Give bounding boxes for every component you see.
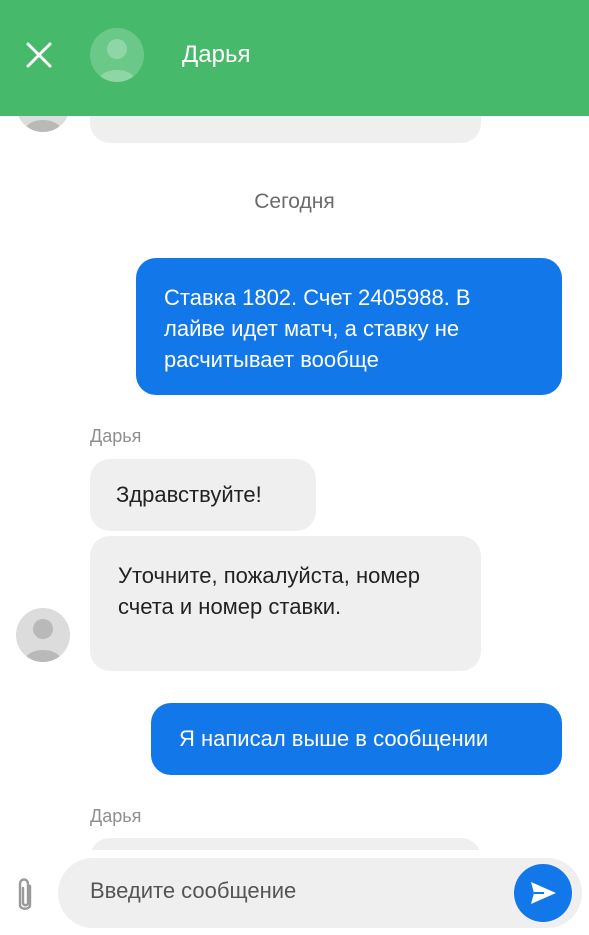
message-text: Я написал выше в сообщении xyxy=(179,726,489,751)
message-text: Уточните, пожалуйста, номер счета и номе… xyxy=(118,563,420,619)
message-bubble-incoming: Уточните, пожалуйста, номер счета и номе… xyxy=(90,536,481,671)
message-bubble-outgoing: Ставка 1802. Счет 2405988. В лайве идет … xyxy=(136,258,562,395)
chat-area[interactable]: Сегодня Ставка 1802. Счет 2405988. В лай… xyxy=(0,0,589,850)
paperclip-icon[interactable] xyxy=(10,876,40,916)
contact-avatar xyxy=(90,28,144,82)
close-icon[interactable] xyxy=(25,41,53,69)
send-icon[interactable] xyxy=(528,878,558,908)
message-text: Ставка 1802. Счет 2405988. В лайве идет … xyxy=(164,285,471,372)
attach-button[interactable] xyxy=(10,876,40,916)
send-button[interactable] xyxy=(514,864,572,922)
avatar xyxy=(16,608,70,662)
sender-name: Дарья xyxy=(90,426,142,446)
message-bubble-incoming: Здравствуйте! xyxy=(90,459,316,531)
message-bubble-incoming xyxy=(90,838,481,850)
contact-name: Дарья xyxy=(182,41,251,68)
date-separator: Сегодня xyxy=(254,190,335,213)
chat-header: Дарья xyxy=(0,0,589,116)
close-button[interactable] xyxy=(20,36,58,74)
message-input[interactable] xyxy=(90,878,490,904)
message-input-container[interactable] xyxy=(58,858,582,928)
message-bubble-outgoing: Я написал выше в сообщении xyxy=(151,703,562,775)
message-text: Здравствуйте! xyxy=(116,482,262,507)
sender-name: Дарья xyxy=(90,806,142,826)
composer xyxy=(0,850,589,935)
